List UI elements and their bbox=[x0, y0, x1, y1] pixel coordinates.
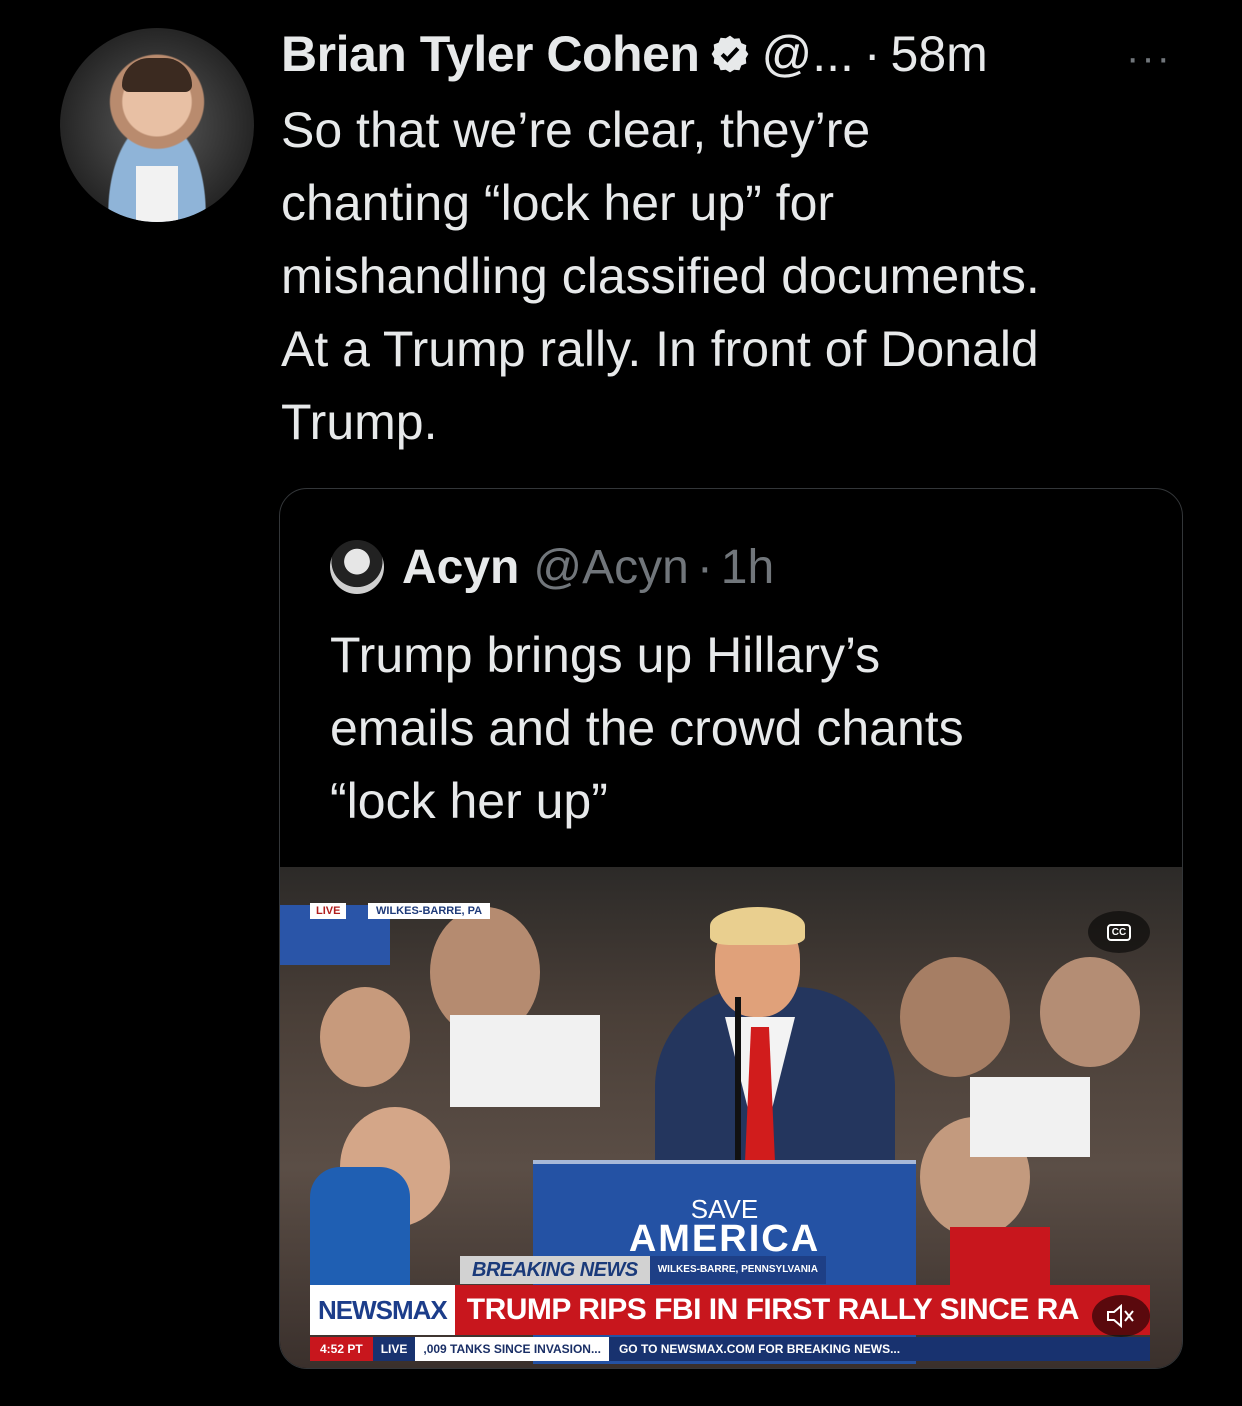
avatar-shirt bbox=[136, 166, 178, 222]
quote-author-handle[interactable]: @Acyn bbox=[533, 540, 688, 595]
crowd-sign bbox=[970, 1077, 1090, 1157]
crowd-sign bbox=[450, 1015, 600, 1107]
quote-author-avatar[interactable] bbox=[330, 540, 384, 594]
author-handle[interactable]: @... bbox=[761, 25, 853, 83]
tweet-time[interactable]: 58m bbox=[891, 25, 988, 83]
tweet-text: So that we’re clear, they’re chanting “l… bbox=[281, 102, 1040, 450]
video-player[interactable]: SAVE AMERICA PRESIDENT DONALD J. TRUMP L… bbox=[280, 867, 1182, 1368]
breaking-news-bar: BREAKING NEWS WILKES-BARRE, PENNSYLVANIA bbox=[460, 1256, 826, 1284]
newsmax-logo: NEWSMAX bbox=[310, 1285, 455, 1335]
separator-dot: · bbox=[863, 26, 881, 82]
ticker-live: LIVE bbox=[380, 1342, 408, 1356]
avatar-hair bbox=[122, 58, 192, 92]
breaking-news-location: WILKES-BARRE, PENNSYLVANIA bbox=[649, 1256, 826, 1284]
quote-separator-dot: · bbox=[696, 540, 713, 594]
speaker-hair bbox=[710, 907, 805, 945]
ticker-go: GO TO NEWSMAX.COM FOR BREAKING NEWS... bbox=[618, 1342, 901, 1356]
verified-badge-icon bbox=[712, 35, 749, 73]
ticker-time: 4:52 PT bbox=[310, 1337, 373, 1361]
location-tag: WILKES-BARRE, PA bbox=[368, 903, 491, 919]
crowd-person bbox=[900, 957, 1010, 1077]
more-options-icon[interactable]: ··· bbox=[1126, 36, 1172, 81]
muted-speaker-icon[interactable] bbox=[1092, 1295, 1150, 1337]
quote-text: Trump brings up Hillary’s emails and the… bbox=[330, 627, 964, 829]
tweet-header: Brian Tyler Cohen @... · 58m bbox=[281, 22, 988, 86]
cc-label: CC bbox=[1106, 923, 1132, 941]
live-tag: LIVE bbox=[310, 903, 347, 919]
quote-header: Acyn @Acyn · 1h bbox=[330, 537, 774, 597]
microphone bbox=[735, 997, 741, 1167]
crowd-sign bbox=[950, 1227, 1050, 1287]
quoted-tweet[interactable]: Acyn @Acyn · 1h Trump brings up Hillary’… bbox=[279, 488, 1183, 1369]
speaker-glyph-icon bbox=[1107, 1304, 1134, 1328]
news-ticker: 4:52 PT LIVE ,009 TANKS SINCE INVASION..… bbox=[310, 1337, 1150, 1361]
quote-time[interactable]: 1h bbox=[721, 540, 774, 595]
podium-line-america: AMERICA bbox=[628, 1218, 821, 1260]
author-name[interactable]: Brian Tyler Cohen bbox=[281, 25, 700, 83]
author-avatar[interactable] bbox=[60, 28, 254, 222]
crowd-person bbox=[1040, 957, 1140, 1067]
closed-captions-icon[interactable]: CC bbox=[1088, 911, 1150, 953]
headline-text: TRUMP RIPS FBI IN FIRST RALLY SINCE RA bbox=[466, 1293, 1080, 1326]
headline-bar: NEWSMAX TRUMP RIPS FBI IN FIRST RALLY SI… bbox=[310, 1285, 1150, 1335]
breaking-news-label: BREAKING NEWS bbox=[460, 1256, 650, 1284]
crowd-person bbox=[320, 987, 410, 1087]
ticker-news: ,009 TANKS SINCE INVASION... bbox=[415, 1337, 609, 1361]
quote-author-name[interactable]: Acyn bbox=[402, 540, 519, 595]
